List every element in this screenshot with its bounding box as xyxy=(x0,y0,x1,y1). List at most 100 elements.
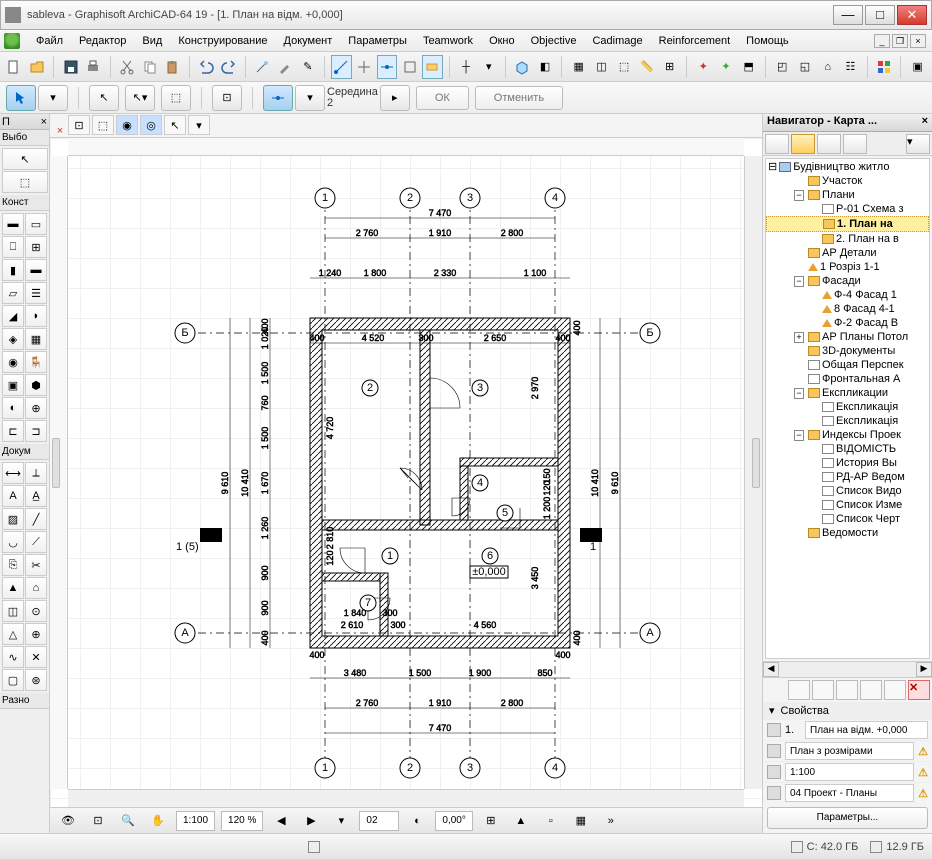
syringe-button[interactable]: ✎ xyxy=(298,55,319,79)
cursor-mode[interactable]: ↖ xyxy=(89,85,119,111)
line-tool[interactable]: ╱ xyxy=(25,508,47,530)
tool-extra[interactable]: ⊕ xyxy=(25,397,47,419)
parameters-button[interactable]: Параметры... xyxy=(767,807,928,829)
skylight-tool[interactable]: ◈ xyxy=(2,328,24,350)
polyline-tool[interactable]: ⟋ xyxy=(25,531,47,553)
tool-e[interactable]: ⊞ xyxy=(659,55,680,79)
layer-toggle[interactable]: ◐ xyxy=(405,809,429,833)
menu-teamwork[interactable]: Teamwork xyxy=(415,32,481,50)
tool-last[interactable]: ▣ xyxy=(907,55,928,79)
trace-dd[interactable]: ▾ xyxy=(188,115,210,135)
nav-tab-project[interactable] xyxy=(765,134,789,154)
section-document[interactable]: Докум xyxy=(0,444,49,460)
trace-fill[interactable]: ◉ xyxy=(116,115,138,135)
tree-item[interactable]: РД-АР Ведом xyxy=(766,470,929,484)
tree-item[interactable]: Общая Перспек xyxy=(766,358,929,372)
section-select[interactable]: Выбо xyxy=(0,130,49,146)
navigator-tree[interactable]: ⊟ Будівництво житло Участок−ПланиP-01 Сх… xyxy=(765,158,930,659)
props-tab-5[interactable] xyxy=(884,680,906,700)
tree-root[interactable]: ⊟ Будівництво житло xyxy=(766,159,929,174)
figure-tool[interactable]: ▢ xyxy=(2,669,24,691)
qb-b[interactable]: ▲ xyxy=(509,809,533,833)
nav-tab-options[interactable]: ▾ xyxy=(906,134,930,154)
worksheet-tool[interactable]: ◫ xyxy=(2,600,24,622)
tab-close-icon[interactable]: × xyxy=(54,125,66,137)
elevation-tool[interactable]: ▲ xyxy=(2,577,24,599)
tree-item[interactable]: +АР Планы Потол xyxy=(766,330,929,344)
section-marker-tool[interactable]: ✂ xyxy=(25,554,47,576)
menu-edit[interactable]: Редактор xyxy=(71,32,134,50)
menu-objective[interactable]: Objective xyxy=(523,32,585,50)
trace-marquee[interactable]: ⬚ xyxy=(92,115,114,135)
tree-item[interactable]: Експликація xyxy=(766,414,929,428)
mdi-restore[interactable]: ❐ xyxy=(892,34,908,48)
horizontal-scrollbar[interactable] xyxy=(68,789,744,807)
tree-item[interactable]: Список Видо xyxy=(766,484,929,498)
menu-window[interactable]: Окно xyxy=(481,32,523,50)
mesh-tool[interactable]: ⬢ xyxy=(25,374,47,396)
menu-options[interactable]: Параметры xyxy=(340,32,415,50)
grid-tool[interactable]: ⊕ xyxy=(25,623,47,645)
tree-item[interactable]: 3D-документы xyxy=(766,344,929,358)
props-tab-4[interactable] xyxy=(860,680,882,700)
new-file-button[interactable] xyxy=(4,55,25,79)
beam-tool[interactable]: ▬ xyxy=(25,259,47,281)
trace-fill2[interactable]: ◎ xyxy=(140,115,162,135)
props-tab-1[interactable] xyxy=(788,680,810,700)
menu-help[interactable]: Помощь xyxy=(738,32,797,50)
roof-tool[interactable]: ◢ xyxy=(2,305,24,327)
text-tool[interactable]: A xyxy=(2,485,24,507)
section-button[interactable]: ◧ xyxy=(535,55,556,79)
prev-view[interactable]: ◀ xyxy=(269,809,293,833)
tree-item[interactable]: АР Детали xyxy=(766,246,929,260)
tree-item[interactable]: −Фасади xyxy=(766,274,929,288)
navigator-close-icon[interactable]: × xyxy=(922,115,928,130)
menu-document[interactable]: Документ xyxy=(276,32,341,50)
props-name-field[interactable]: План на відм. +0,000 xyxy=(805,721,928,739)
tree-item[interactable]: Список Черт xyxy=(766,512,929,526)
marquee-mode[interactable]: ⬚ xyxy=(161,85,191,111)
print-button[interactable] xyxy=(83,55,104,79)
window-tool[interactable]: ⊞ xyxy=(25,236,47,258)
lamp-tool[interactable]: ◐ xyxy=(2,397,24,419)
object-tool[interactable]: 🪑 xyxy=(25,351,47,373)
toolbox-close-icon[interactable]: × xyxy=(41,116,47,128)
qb-a[interactable]: ⊞ xyxy=(479,809,503,833)
section-design[interactable]: Конст xyxy=(0,195,49,211)
tool-h[interactable]: ⬒ xyxy=(738,55,759,79)
ok-button[interactable]: ОК xyxy=(416,86,469,110)
snap-midpoint-button[interactable] xyxy=(263,85,293,111)
snap-dropdown[interactable]: ▾ xyxy=(295,85,325,111)
qb-c[interactable]: ▫ xyxy=(539,809,563,833)
eyedropper-button[interactable] xyxy=(275,55,296,79)
door-tool[interactable]: ⎕ xyxy=(2,236,24,258)
fill-tool[interactable]: ▨ xyxy=(2,508,24,530)
trace-button[interactable]: ⊡ xyxy=(68,115,90,135)
menu-design[interactable]: Конструирование xyxy=(170,32,275,50)
zoom-extents-button[interactable]: ⊡ xyxy=(86,809,110,833)
tree-item[interactable]: Список Изме xyxy=(766,498,929,512)
dimension-tool[interactable]: ⟷ xyxy=(2,462,24,484)
left-collapse-handle[interactable] xyxy=(52,438,60,488)
snap-group-1[interactable] xyxy=(331,55,352,79)
save-button[interactable] xyxy=(60,55,81,79)
paste-button[interactable] xyxy=(162,55,183,79)
label-tool[interactable]: A̲ xyxy=(25,485,47,507)
toolbox-header[interactable]: П × xyxy=(0,114,49,130)
interior-tool[interactable]: ⌂ xyxy=(25,577,47,599)
tree-item[interactable]: −Индексы Проек xyxy=(766,428,929,442)
change-tool[interactable]: △ xyxy=(2,623,24,645)
shell-tool[interactable]: ◗ xyxy=(25,305,47,327)
tree-item[interactable]: 1. План на xyxy=(766,216,929,232)
magic-wand-button[interactable] xyxy=(252,55,273,79)
zoom-button[interactable]: 🔍 xyxy=(116,809,140,833)
slab-tool[interactable]: ▱ xyxy=(2,282,24,304)
menu-view[interactable]: Вид xyxy=(134,32,170,50)
element-filter[interactable]: ⊡ xyxy=(212,85,242,111)
tree-item[interactable]: Ф-2 Фасад В xyxy=(766,316,929,330)
orbit-button[interactable]: 👁 xyxy=(56,809,80,833)
tree-item[interactable]: Участок xyxy=(766,174,929,188)
tree-item[interactable]: 8 Фасад 4-1 xyxy=(766,302,929,316)
props-scale-field[interactable]: 1:100 xyxy=(785,763,914,781)
qb-more[interactable]: » xyxy=(599,809,623,833)
